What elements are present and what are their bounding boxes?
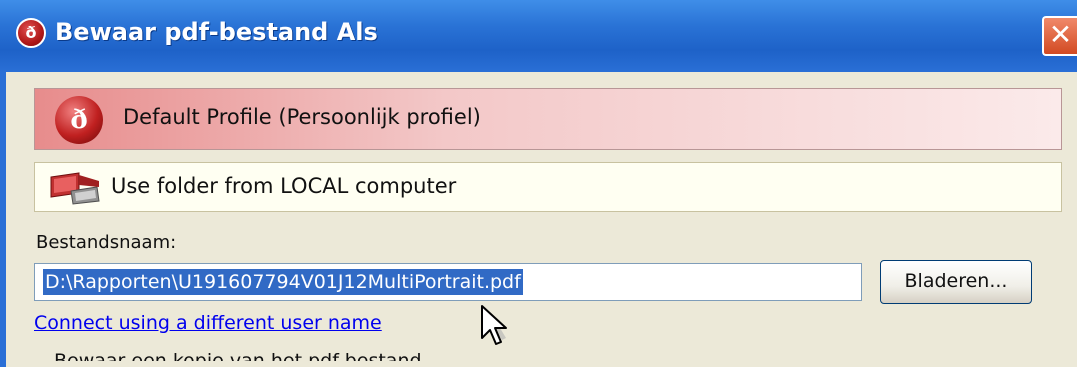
folder-location-selector[interactable]: Use folder from LOCAL computer: [34, 162, 1062, 212]
filename-value[interactable]: D:\Rapporten\U191607794V01J12MultiPortra…: [43, 269, 523, 295]
filename-label: Bestandsnaam:: [36, 232, 177, 253]
filename-field[interactable]: D:\Rapporten\U191607794V01J12MultiPortra…: [34, 263, 862, 301]
close-button[interactable]: ✕: [1042, 16, 1077, 56]
window-title: Bewaar pdf-bestand Als: [55, 18, 378, 46]
connect-different-user-link[interactable]: Connect using a different user name: [34, 312, 382, 334]
mouse-cursor-icon: [481, 305, 507, 345]
app-logo-icon[interactable]: ð: [16, 18, 46, 48]
folder-location-label: Use folder from LOCAL computer: [111, 174, 457, 198]
profile-selector[interactable]: ð Default Profile (Persoonlijk profiel): [34, 88, 1062, 150]
profile-label: Default Profile (Persoonlijk profiel): [123, 105, 481, 129]
save-pdf-dialog: ð Bewaar pdf-bestand Als ✕ ð Default Pro…: [0, 0, 1077, 367]
browse-button[interactable]: Bladeren...: [880, 260, 1032, 304]
profile-logo-icon: ð: [55, 96, 103, 144]
title-bar[interactable]: ð Bewaar pdf-bestand Als ✕: [0, 0, 1077, 72]
computer-icon: [50, 172, 100, 205]
